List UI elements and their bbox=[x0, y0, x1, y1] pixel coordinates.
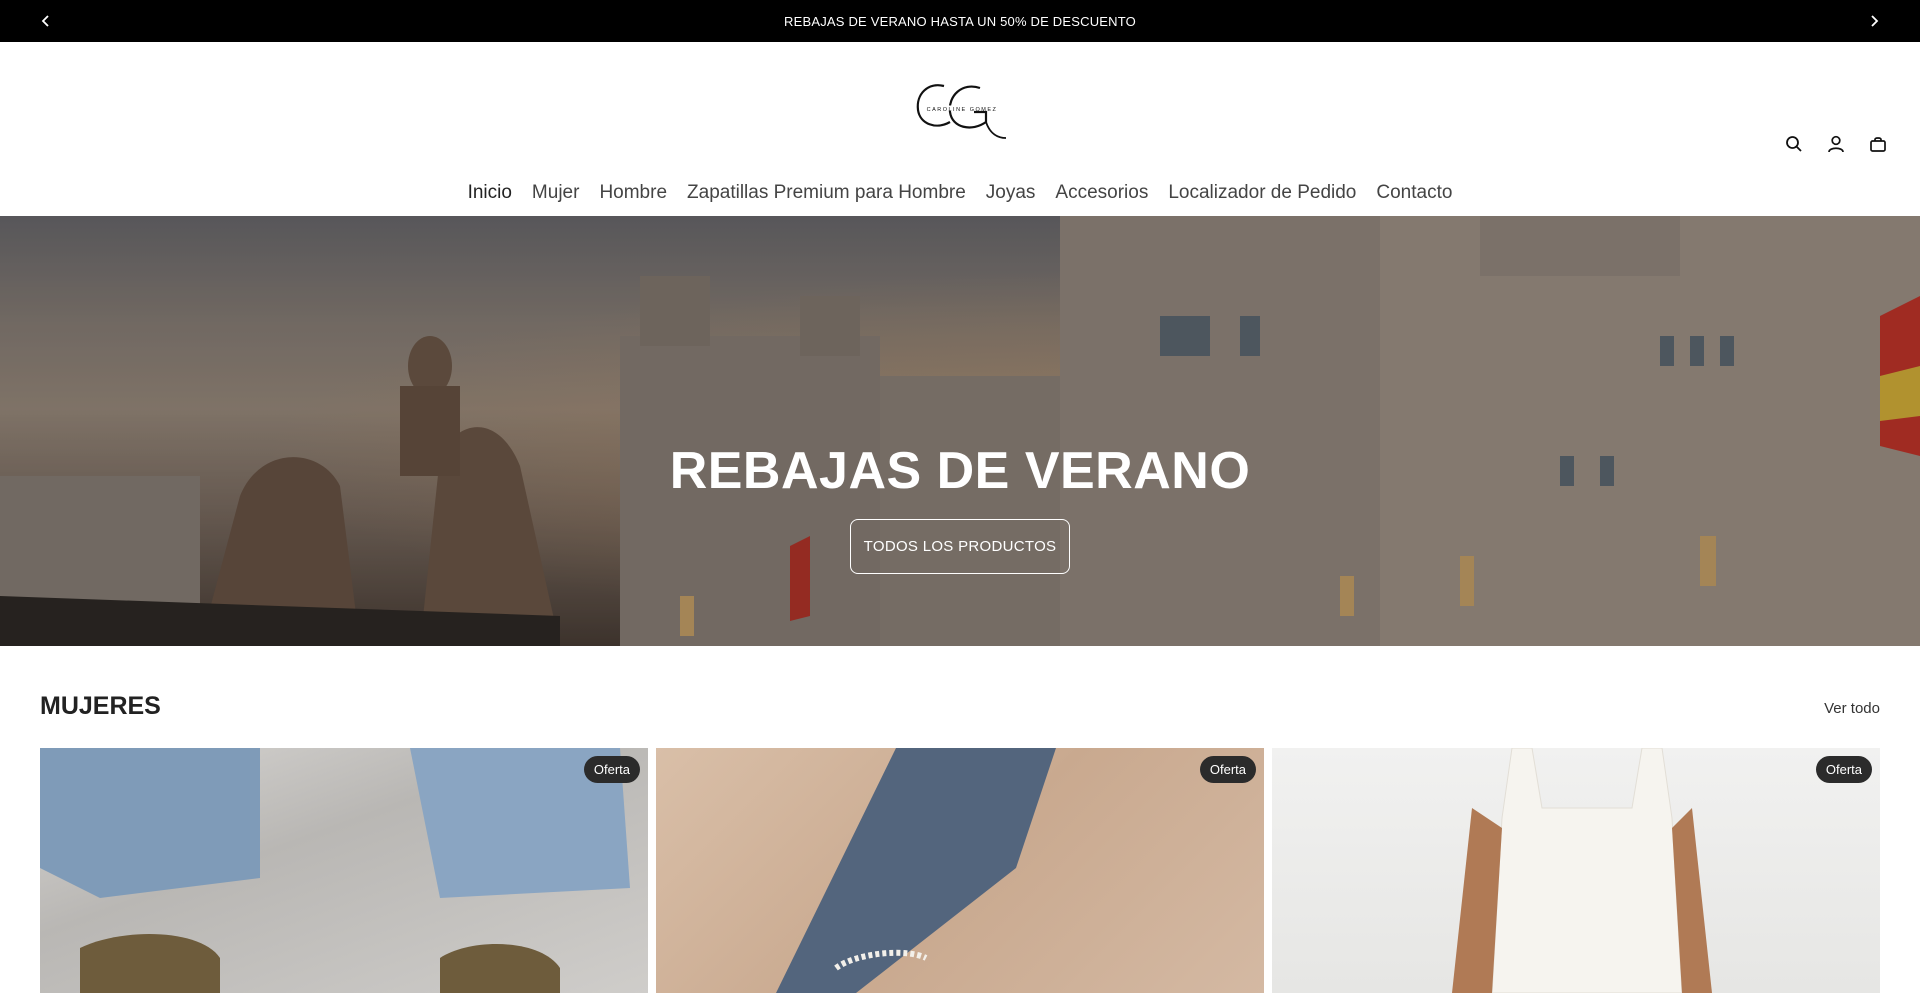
nav-item-zapatillas[interactable]: Zapatillas Premium para Hombre bbox=[687, 182, 966, 204]
account-icon bbox=[1828, 135, 1844, 153]
all-products-button[interactable]: TODOS LOS PRODUCTOS bbox=[850, 519, 1070, 574]
search-icon bbox=[1786, 136, 1802, 152]
nav-item-mujer[interactable]: Mujer bbox=[532, 182, 580, 204]
product-card[interactable]: Oferta bbox=[656, 748, 1264, 993]
logo-tagline: CAROLINE GOMEZ bbox=[927, 107, 998, 113]
sale-badge: Oferta bbox=[583, 756, 640, 783]
nav-item-joyas[interactable]: Joyas bbox=[986, 182, 1036, 204]
announcement-next-button[interactable] bbox=[1853, 0, 1895, 42]
site-header: CAROLINE GOMEZ Inicio Mujer Hombre Zapat… bbox=[0, 42, 1920, 216]
hero-title: REBAJAS DE VERANO bbox=[669, 442, 1251, 500]
search-button[interactable] bbox=[1782, 132, 1806, 156]
header-actions bbox=[1782, 132, 1890, 156]
nav-item-localizador[interactable]: Localizador de Pedido bbox=[1168, 182, 1356, 204]
sale-badge: Oferta bbox=[1199, 756, 1256, 783]
nav-item-accesorios[interactable]: Accesorios bbox=[1055, 182, 1148, 204]
chevron-right-icon bbox=[1871, 15, 1879, 27]
account-button[interactable] bbox=[1824, 132, 1848, 156]
store-logo[interactable]: CAROLINE GOMEZ bbox=[910, 72, 1014, 148]
cart-button[interactable] bbox=[1866, 132, 1890, 156]
view-all-link[interactable]: Ver todo bbox=[1824, 700, 1880, 717]
section-title: MUJERES bbox=[40, 692, 161, 720]
main-navigation: Inicio Mujer Hombre Zapatillas Premium p… bbox=[0, 182, 1920, 204]
nav-item-contacto[interactable]: Contacto bbox=[1376, 182, 1452, 204]
nav-item-inicio[interactable]: Inicio bbox=[468, 182, 512, 204]
hero-banner: REBAJAS DE VERANO TODOS LOS PRODUCTOS bbox=[0, 216, 1920, 646]
cart-icon bbox=[1870, 137, 1886, 152]
product-image bbox=[1452, 748, 1712, 993]
announcement-prev-button[interactable] bbox=[25, 0, 67, 42]
announcement-bar: REBAJAS DE VERANO HASTA UN 50% DE DESCUE… bbox=[0, 0, 1920, 42]
product-card[interactable]: Oferta bbox=[1272, 748, 1880, 993]
nav-item-hombre[interactable]: Hombre bbox=[599, 182, 667, 204]
announcement-text: REBAJAS DE VERANO HASTA UN 50% DE DESCUE… bbox=[784, 13, 1136, 29]
chevron-left-icon bbox=[41, 15, 49, 27]
product-card[interactable]: Oferta bbox=[40, 748, 648, 993]
hero-overlay bbox=[0, 216, 1920, 646]
product-image bbox=[776, 748, 1056, 993]
product-image bbox=[40, 748, 630, 993]
sale-badge: Oferta bbox=[1815, 756, 1872, 783]
logo-mark: CAROLINE GOMEZ bbox=[916, 84, 1007, 139]
